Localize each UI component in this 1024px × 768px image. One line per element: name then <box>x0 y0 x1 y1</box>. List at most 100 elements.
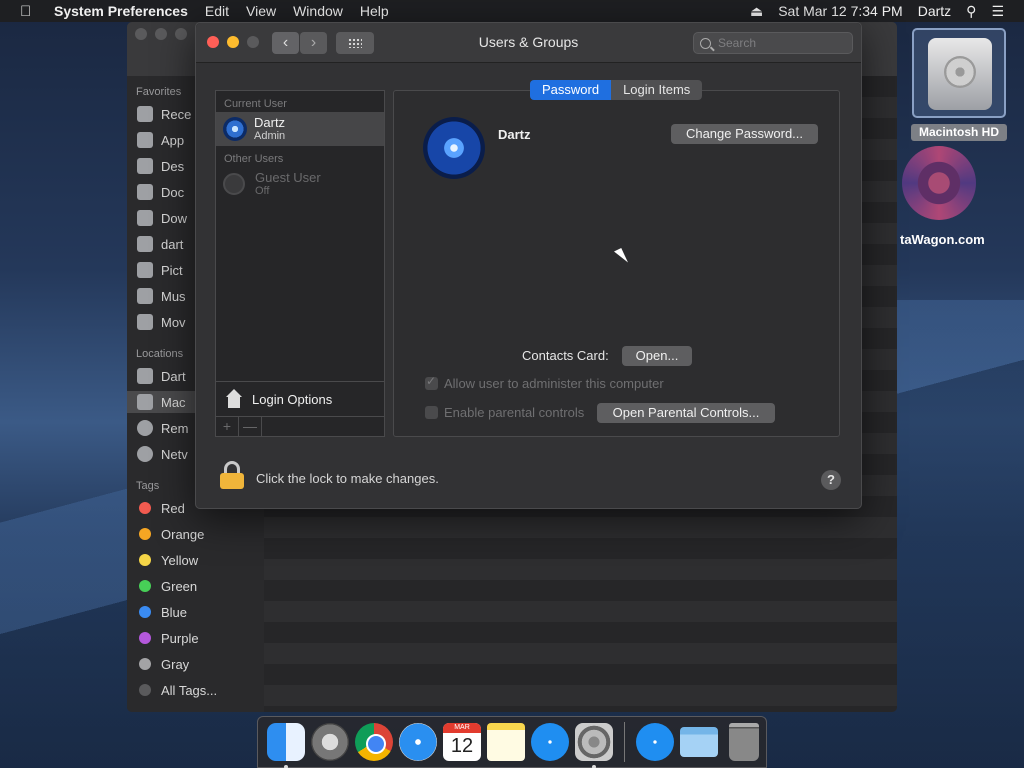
remove-user-button[interactable]: — <box>239 417 262 436</box>
tag-all-tags[interactable]: All Tags... <box>127 679 217 701</box>
open-contacts-button[interactable]: Open... <box>622 346 692 366</box>
home-icon <box>137 236 153 252</box>
tag-gray[interactable]: Gray <box>127 653 189 675</box>
tag-yellow[interactable]: Yellow <box>127 549 198 571</box>
tab-login-items[interactable]: Login Items <box>611 80 703 100</box>
dock-calendar-icon[interactable]: MAR 12 <box>443 723 481 761</box>
tag-dot-icon <box>139 606 151 618</box>
calendar-day: 12 <box>450 735 474 757</box>
sidebar-item-applications[interactable]: App <box>137 129 184 151</box>
sidebar-item-pictures[interactable]: Pict <box>137 259 183 281</box>
dock-finder-icon[interactable] <box>267 723 305 768</box>
sidebar-item-documents[interactable]: Doc <box>137 181 184 203</box>
sidebar-section-tags: Tags <box>136 480 160 492</box>
user-row-dartz[interactable]: Dartz Admin <box>216 112 384 146</box>
desktop-file-label[interactable]: taWagon.com <box>900 232 985 247</box>
contacts-card-label: Contacts Card: <box>522 348 609 363</box>
globe-icon <box>137 446 153 462</box>
dock-system-preferences-icon[interactable] <box>575 723 613 768</box>
open-parental-controls-button[interactable]: Open Parental Controls... <box>597 403 775 423</box>
search-input[interactable] <box>718 36 838 50</box>
dock-safari-icon[interactable] <box>399 723 437 761</box>
parental-controls-label: Enable parental controls <box>444 405 585 420</box>
dock-launchpad-icon[interactable] <box>311 723 349 761</box>
eject-icon[interactable]: ⏏ <box>750 3 763 20</box>
tag-green[interactable]: Green <box>127 575 197 597</box>
user-detail-panel: Dartz Change Password... Contacts Card: … <box>393 90 840 437</box>
menu-help[interactable]: Help <box>360 3 389 19</box>
user-row-guest[interactable]: Guest User Off <box>216 167 384 201</box>
guest-user-status: Off <box>255 184 270 197</box>
computer-icon <box>137 368 153 384</box>
tag-dot-icon <box>139 502 151 514</box>
sidebar-item-desktop[interactable]: Des <box>137 155 184 177</box>
dock-notes-icon[interactable] <box>487 723 525 761</box>
guest-user-icon <box>223 173 245 195</box>
sidebar-section-locations: Locations <box>136 348 184 360</box>
macintosh-hd-desktop-icon[interactable] <box>912 28 1006 118</box>
users-list: Current User Dartz Admin Other Users Gue… <box>215 90 385 437</box>
macintosh-hd-label[interactable]: Macintosh HD <box>911 124 1007 141</box>
dock-app-store-icon[interactable] <box>531 723 569 761</box>
change-password-button[interactable]: Change Password... <box>671 124 818 144</box>
sidebar-item-recents[interactable]: Rece <box>137 103 191 125</box>
applications-icon <box>137 132 153 148</box>
add-remove-bar: + — <box>216 416 384 436</box>
tab-password[interactable]: Password <box>530 80 612 100</box>
tag-orange[interactable]: Orange <box>127 523 204 545</box>
desktop-file-icon[interactable] <box>902 146 976 220</box>
lock-icon[interactable] <box>220 461 244 491</box>
sidebar-item-network[interactable]: Netv <box>137 443 188 465</box>
dock-separator <box>624 722 625 762</box>
disc-icon <box>137 420 153 436</box>
search-icon <box>700 37 711 49</box>
tag-dot-icon <box>139 658 151 670</box>
search-field[interactable] <box>693 32 853 54</box>
tag-blue[interactable]: Blue <box>127 601 187 623</box>
tag-dot-icon <box>139 528 151 540</box>
help-button[interactable]: ? <box>821 470 841 490</box>
finder-close-button[interactable] <box>135 28 147 40</box>
tag-red[interactable]: Red <box>127 497 185 519</box>
tag-dot-icon <box>139 554 151 566</box>
tag-purple[interactable]: Purple <box>127 627 199 649</box>
allow-admin-row: Allow user to administer this computer <box>425 374 664 391</box>
menu-window[interactable]: Window <box>293 3 343 19</box>
spotlight-icon[interactable]: ⚲ <box>966 3 976 20</box>
clock-icon <box>137 106 153 122</box>
notification-center-icon[interactable]: ☰ <box>991 3 1004 20</box>
allow-admin-checkbox[interactable] <box>425 374 438 390</box>
sidebar-section-favorites: Favorites <box>136 86 182 98</box>
tag-dot-icon <box>139 632 151 644</box>
login-options-label: Login Options <box>252 391 333 407</box>
menubar-clock[interactable]: Sat Mar 12 7:34 PM <box>778 3 903 19</box>
user-picture[interactable] <box>423 117 485 179</box>
finder-traffic-lights <box>135 28 187 40</box>
sidebar-item-home[interactable]: dart <box>137 233 183 255</box>
dock: MAR 12 <box>257 716 767 768</box>
finder-minimize-button[interactable] <box>155 28 167 40</box>
dock-chrome-icon[interactable] <box>355 723 393 761</box>
desktop-icon <box>137 158 153 174</box>
finder-zoom-button[interactable] <box>175 28 187 40</box>
download-icon <box>137 210 153 226</box>
disk-icon <box>137 394 153 410</box>
sidebar-item-computer[interactable]: Dart <box>137 365 186 387</box>
sidebar-item-downloads[interactable]: Dow <box>137 207 187 229</box>
sidebar-item-music[interactable]: Mus <box>137 285 186 307</box>
parental-controls-checkbox[interactable] <box>425 406 438 419</box>
detail-username: Dartz <box>498 127 531 142</box>
sidebar-item-movies[interactable]: Mov <box>137 311 186 333</box>
menu-app-name[interactable]: System Preferences <box>54 3 188 19</box>
apple-icon[interactable]:  <box>20 3 40 20</box>
dock-trash-icon[interactable] <box>729 723 759 761</box>
sidebar-item-remote-disc[interactable]: Rem <box>137 417 188 439</box>
menubar-user[interactable]: Dartz <box>918 3 951 19</box>
add-user-button[interactable]: + <box>216 417 239 436</box>
dock-downloads-stack-icon[interactable] <box>636 723 674 761</box>
menu-edit[interactable]: Edit <box>205 3 229 19</box>
hard-drive-icon <box>928 38 992 110</box>
menu-view[interactable]: View <box>246 3 276 19</box>
login-options-button[interactable]: Login Options <box>216 381 384 416</box>
dock-folder-icon[interactable] <box>680 727 718 757</box>
